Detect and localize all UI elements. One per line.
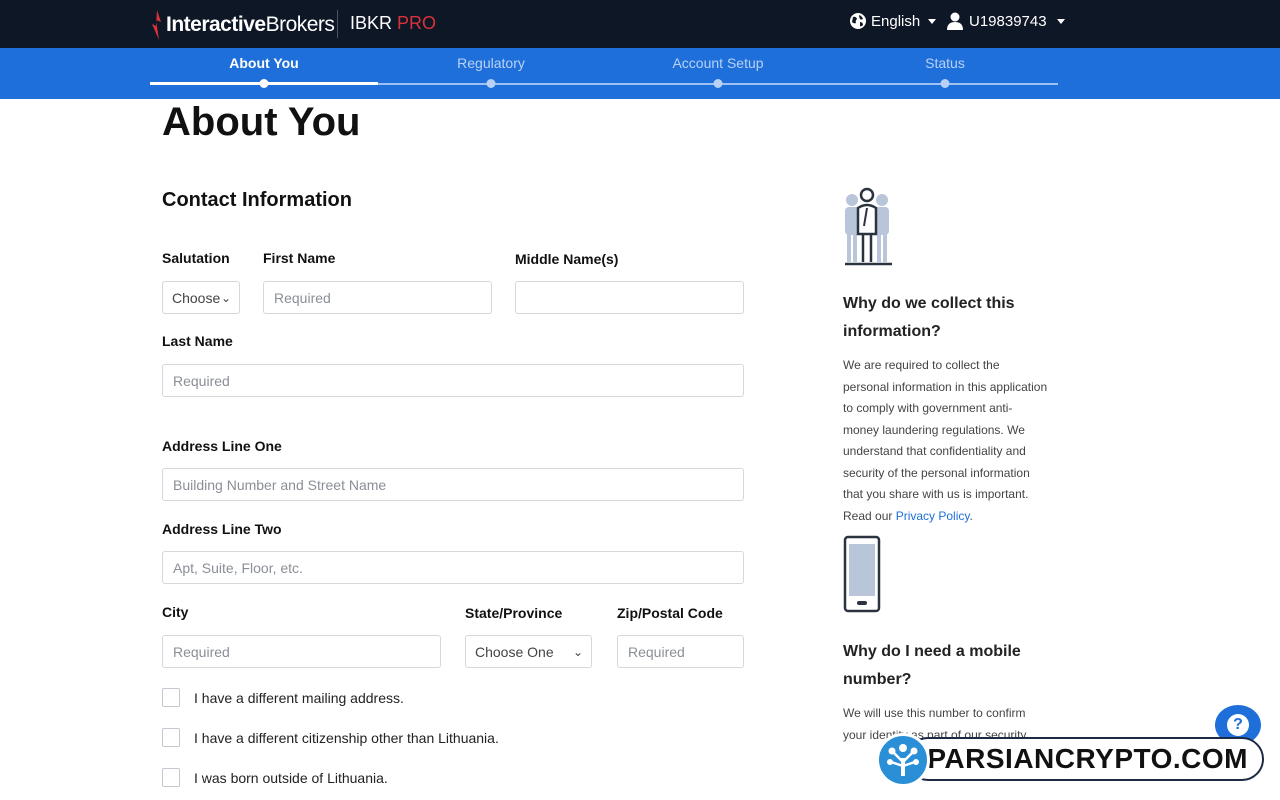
logo-flame-icon (152, 10, 161, 40)
top-navbar: InteractiveBrokers IBKR PRO English U198… (0, 0, 1280, 48)
city-label: City (162, 604, 189, 620)
chevron-down-icon (928, 18, 937, 24)
product-name: IBKR PRO (350, 13, 436, 34)
header-divider (337, 10, 338, 38)
logo-text-interactive: Interactive (166, 13, 266, 36)
page-title: About You (162, 100, 361, 144)
logo-text-brokers: Brokers (265, 13, 335, 36)
info-heading: Why do we collect this information? (843, 295, 1015, 340)
watermark-text: PARSIANCRYPTO.COM (927, 743, 1248, 774)
address-line-one-label: Address Line One (162, 438, 282, 454)
mailing-address-checkbox-label: I have a different mailing address. (194, 689, 404, 706)
address-line-two-label: Address Line Two (162, 521, 282, 537)
user-id: U19839743 (969, 12, 1047, 30)
product-label: IBKR (350, 13, 393, 33)
product-tier: PRO (397, 13, 437, 33)
user-menu[interactable]: U19839743 (947, 12, 1065, 30)
salutation-label: Salutation (162, 250, 230, 266)
mailing-address-checkbox[interactable] (162, 688, 180, 707)
step-dot-status (940, 79, 950, 88)
first-name-label: First Name (263, 250, 336, 266)
address-line-two-input[interactable]: Apt, Suite, Floor, etc. (162, 551, 744, 584)
chevron-down-icon (1056, 18, 1065, 24)
step-dot-about-you (259, 79, 269, 88)
info-end: . (969, 508, 973, 523)
step-status[interactable]: Status (925, 55, 965, 71)
address-line-one-input[interactable]: Building Number and Street Name (162, 468, 744, 501)
globe-icon (850, 13, 866, 29)
help-question-icon: ? (1227, 714, 1249, 736)
first-name-input[interactable]: Required (263, 281, 492, 314)
step-account-setup[interactable]: Account Setup (672, 55, 763, 71)
step-about-you[interactable]: About You (229, 55, 298, 71)
birthplace-checkbox[interactable] (162, 768, 180, 787)
citizenship-checkbox-label: I have a different citizenship other tha… (194, 729, 499, 746)
state-label: State/Province (465, 605, 563, 621)
section-title: Contact Information (162, 189, 352, 211)
zip-input[interactable]: Required (617, 635, 744, 668)
last-name-label: Last Name (162, 333, 233, 349)
progress-stepper (0, 48, 1280, 99)
state-select[interactable]: Choose One ⌄ (465, 635, 592, 668)
last-name-input[interactable]: Required (162, 364, 744, 397)
mailing-address-option[interactable]: I have a different mailing address. (162, 688, 404, 707)
citizenship-checkbox[interactable] (162, 728, 180, 747)
interactive-brokers-logo[interactable]: InteractiveBrokers (150, 8, 335, 42)
language-selector[interactable]: English (849, 12, 937, 30)
watermark-badge: PARSIANCRYPTO.COM (876, 733, 1266, 787)
watermark-pill: PARSIANCRYPTO.COM (906, 737, 1264, 781)
birthplace-option[interactable]: I was born outside of Lithuania. (162, 768, 388, 787)
step-dot-regulatory (486, 79, 496, 88)
info-text: We are required to collect the personal … (843, 358, 1048, 523)
mobile-heading: Why do I need a mobile number? (843, 643, 1021, 688)
chevron-down-icon: ⌄ (572, 644, 583, 659)
mobile-phone-icon (843, 535, 881, 613)
salutation-value: Choose (172, 289, 221, 306)
middle-name-input[interactable] (515, 281, 744, 314)
user-icon (947, 12, 963, 30)
birthplace-checkbox-label: I was born outside of Lithuania. (194, 769, 388, 786)
privacy-policy-link[interactable]: Privacy Policy (896, 509, 970, 523)
watermark-tree-icon (876, 733, 930, 787)
step-dot-account-setup (713, 79, 723, 88)
middle-name-label: Middle Name(s) (515, 251, 619, 267)
city-input[interactable]: Required (162, 635, 441, 668)
zip-label: Zip/Postal Code (617, 605, 723, 621)
state-value: Choose One (475, 643, 554, 660)
people-icon (845, 187, 892, 266)
info-paragraph: We are required to collect the personal … (843, 355, 1048, 527)
salutation-select[interactable]: Choose ⌄ (162, 281, 240, 314)
step-regulatory[interactable]: Regulatory (457, 55, 525, 71)
chevron-down-icon: ⌄ (220, 290, 231, 305)
language-label: English (871, 12, 921, 30)
citizenship-option[interactable]: I have a different citizenship other tha… (162, 728, 499, 747)
